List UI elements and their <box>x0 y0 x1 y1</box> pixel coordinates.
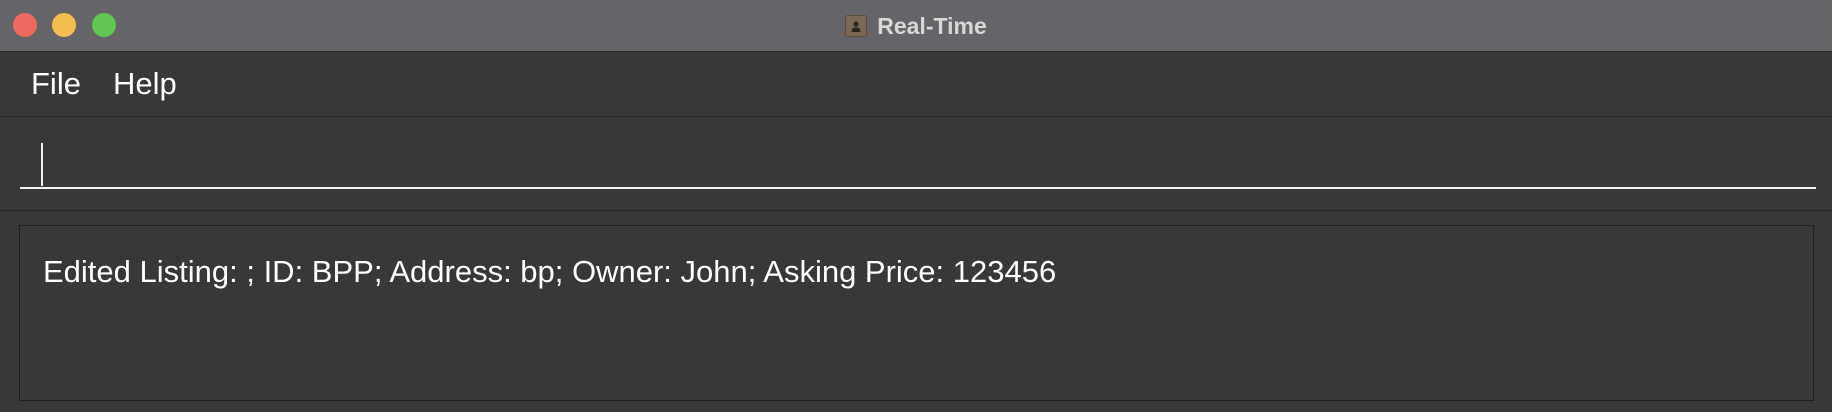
text-caret <box>41 143 43 186</box>
command-box-panel <box>0 117 1832 211</box>
title-bar: Real-Time <box>0 0 1832 52</box>
window-title: Real-Time <box>877 12 987 39</box>
menu-help[interactable]: Help <box>91 66 177 102</box>
result-display-panel: Edited Listing: ; ID: BPP; Address: bp; … <box>0 211 1832 412</box>
menu-bar: File Help <box>0 52 1832 117</box>
contact-card-icon <box>845 15 868 37</box>
command-input[interactable] <box>20 133 1816 189</box>
result-display-box[interactable]: Edited Listing: ; ID: BPP; Address: bp; … <box>19 225 1814 401</box>
app-window: Real-Time File Help Edited Listing: ; ID… <box>0 0 1832 412</box>
window-title-group: Real-Time <box>0 0 1832 52</box>
result-message: Edited Listing: ; ID: BPP; Address: bp; … <box>43 254 1057 289</box>
menu-file[interactable]: File <box>0 66 81 102</box>
